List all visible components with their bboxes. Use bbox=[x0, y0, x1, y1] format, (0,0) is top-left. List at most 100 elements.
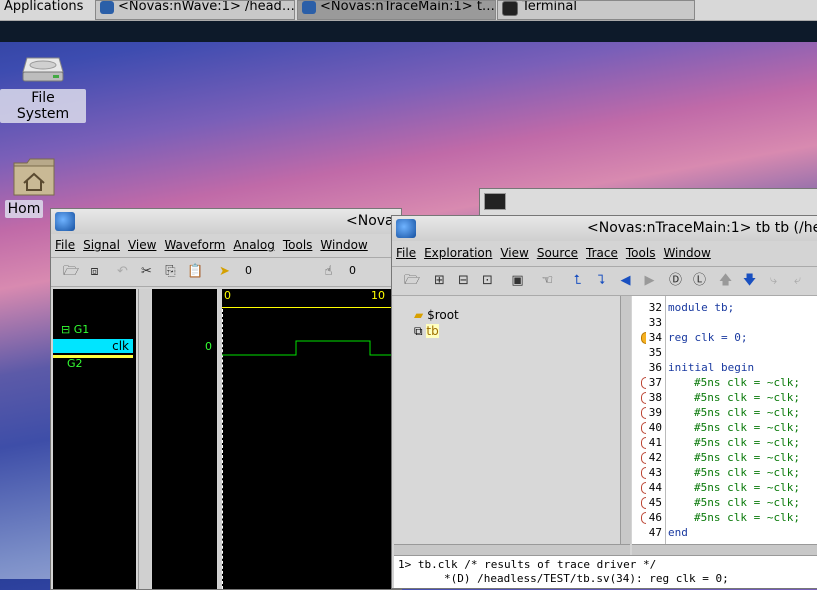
source-line[interactable]: 41 #5ns clk = ~clk; bbox=[632, 435, 817, 450]
source-line[interactable]: 44 #5ns clk = ~clk; bbox=[632, 480, 817, 495]
menu-window[interactable]: Window bbox=[320, 238, 367, 252]
taskbar-item-nwave[interactable]: <Novas:nWave:1> /head… bbox=[95, 0, 295, 20]
source-line[interactable]: 42 #5ns clk = ~clk; bbox=[632, 450, 817, 465]
hand-icon[interactable]: ☜ bbox=[540, 273, 555, 288]
selected-signal-row[interactable]: clk bbox=[53, 339, 133, 353]
open-folder-icon[interactable]: 🗁 bbox=[404, 273, 420, 288]
step-in-icon[interactable]: ⤷ bbox=[766, 273, 781, 288]
new-window-icon[interactable]: ▣ bbox=[510, 273, 525, 288]
ntrace-titlebar[interactable]: <Novas:nTraceMain:1> tb tb (/he bbox=[392, 216, 817, 241]
source-line[interactable]: 36 initial begin bbox=[632, 360, 817, 375]
menu-view[interactable]: View bbox=[500, 246, 528, 260]
line-number: 34 bbox=[648, 331, 662, 344]
marker-time: 0 bbox=[349, 264, 356, 277]
pane-divider[interactable] bbox=[218, 289, 221, 589]
menu-file[interactable]: File bbox=[396, 246, 416, 260]
trace-driver-icon[interactable]: ⮤ bbox=[570, 273, 585, 288]
line-text: #5ns clk = ~clk; bbox=[694, 481, 800, 494]
menu-window[interactable]: Window bbox=[663, 246, 710, 260]
menu-view[interactable]: View bbox=[128, 238, 156, 252]
source-line[interactable]: 45 #5ns clk = ~clk; bbox=[632, 495, 817, 510]
source-line[interactable]: 33 bbox=[632, 315, 817, 330]
prev-d-icon[interactable]: Ⓓ bbox=[668, 273, 683, 288]
taskbar-item-terminal[interactable]: Terminal bbox=[497, 0, 695, 20]
line-text: #5ns clk = ~clk; bbox=[694, 406, 800, 419]
line-number: 37 bbox=[648, 376, 662, 389]
open-folder-icon[interactable]: 🗁 bbox=[63, 264, 79, 279]
menu-file[interactable]: File bbox=[55, 238, 75, 252]
down-arrow-icon[interactable]: 🡇 bbox=[742, 273, 757, 288]
next-l-icon[interactable]: Ⓛ bbox=[692, 273, 707, 288]
source-line[interactable]: 32 module tb; bbox=[632, 300, 817, 315]
schematic-view-icon[interactable]: ⊡ bbox=[480, 273, 495, 288]
copy-icon[interactable]: ⎘ bbox=[163, 264, 178, 279]
cut-icon[interactable]: ✂ bbox=[139, 264, 154, 279]
cursor-icon[interactable]: ➤ bbox=[217, 264, 232, 279]
up-arrow-icon[interactable]: 🡅 bbox=[718, 273, 733, 288]
menu-exploration[interactable]: Exploration bbox=[424, 246, 492, 260]
menu-source[interactable]: Source bbox=[537, 246, 578, 260]
line-text: #5ns clk = ~clk; bbox=[694, 466, 800, 479]
nwave-icon bbox=[55, 212, 75, 231]
waveform-pane[interactable]: 0 10 bbox=[222, 289, 401, 589]
menu-tools[interactable]: Tools bbox=[283, 238, 313, 252]
home-folder-icon bbox=[13, 158, 55, 196]
menu-trace[interactable]: Trace bbox=[586, 246, 618, 260]
forward-icon[interactable]: ▶ bbox=[642, 273, 657, 288]
ntrace-icon bbox=[396, 219, 416, 238]
menu-analog[interactable]: Analog bbox=[233, 238, 274, 252]
line-text: #5ns clk = ~clk; bbox=[694, 511, 800, 524]
signal-name-pane[interactable]: ⊟ G1 clk G2 bbox=[53, 289, 136, 589]
menu-waveform[interactable]: Waveform bbox=[164, 238, 225, 252]
taskbar-item-label: <Novas:nWave:1> /head… bbox=[118, 0, 295, 14]
source-line[interactable]: 34 reg clk = 0; bbox=[632, 330, 817, 345]
menu-tools[interactable]: Tools bbox=[626, 246, 656, 260]
trace-load-icon[interactable]: ⮧ bbox=[594, 273, 609, 288]
undo-icon[interactable]: ↶ bbox=[115, 264, 130, 279]
source-hscrollbar[interactable] bbox=[632, 544, 817, 555]
taskbar-item-ntrace[interactable]: <Novas:nTraceMain:1> t… bbox=[297, 0, 496, 20]
desktop-icon-file-system[interactable]: File System bbox=[0, 52, 86, 123]
value-pane: 0 bbox=[152, 289, 217, 589]
menu-signal[interactable]: Signal bbox=[83, 238, 120, 252]
source-line[interactable]: 38 #5ns clk = ~clk; bbox=[632, 390, 817, 405]
source-line[interactable]: 47 end bbox=[632, 525, 817, 540]
hierarchy-hscrollbar[interactable] bbox=[394, 544, 630, 555]
top-panel: Applications <Novas:nWave:1> /head… <Nov… bbox=[0, 0, 817, 21]
hierarchy-scrollbar[interactable] bbox=[620, 296, 631, 544]
source-line[interactable]: 43 #5ns clk = ~clk; bbox=[632, 465, 817, 480]
marker-icon[interactable]: ☝ bbox=[321, 264, 336, 279]
source-line[interactable]: 40 #5ns clk = ~clk; bbox=[632, 420, 817, 435]
terminal-icon bbox=[502, 1, 518, 16]
window-title: <Novas:nTraceMain:1> tb tb (/he bbox=[587, 220, 817, 236]
back-icon[interactable]: ◀ bbox=[618, 273, 633, 288]
source-view-icon[interactable]: ⊟ bbox=[456, 273, 471, 288]
source-line[interactable]: 46 #5ns clk = ~clk; bbox=[632, 510, 817, 525]
window-title: <Nova bbox=[346, 213, 394, 229]
paste-icon[interactable]: 📋 bbox=[187, 264, 203, 279]
step-out-icon[interactable]: ⤶ bbox=[790, 273, 805, 288]
line-number: 46 bbox=[648, 511, 662, 524]
source-pane[interactable]: 32 module tb; 33 34 reg clk = 0; 35 36 initial … bbox=[632, 296, 817, 544]
nwave-window[interactable]: <Nova File Signal View Waveform Analog Tools W… bbox=[50, 208, 402, 590]
harddisk-icon bbox=[22, 57, 64, 82]
group-label[interactable]: ⊟ G1 bbox=[61, 323, 89, 336]
source-line[interactable]: 37 #5ns clk = ~clk; bbox=[632, 375, 817, 390]
applications-menu[interactable]: Applications bbox=[0, 0, 87, 20]
group-label-2[interactable]: G2 bbox=[67, 357, 83, 370]
tree-item-root[interactable]: ▰ $root bbox=[414, 308, 459, 322]
signal-pane-scrollbar[interactable] bbox=[138, 289, 151, 589]
signal-icon[interactable]: ⧈ bbox=[87, 264, 102, 279]
hierarchy-pane[interactable]: ▰ $root ⧉ tb bbox=[394, 296, 620, 544]
source-line[interactable]: 35 bbox=[632, 345, 817, 360]
hierarchy-view-icon[interactable]: ⊞ bbox=[432, 273, 447, 288]
ntrace-window[interactable]: <Novas:nTraceMain:1> tb tb (/he File Expl… bbox=[391, 215, 817, 589]
source-line[interactable]: 39 #5ns clk = ~clk; bbox=[632, 405, 817, 420]
taskbar-item-label: <Novas:nTraceMain:1> t… bbox=[320, 0, 495, 14]
tree-item-tb[interactable]: ⧉ tb bbox=[414, 324, 439, 339]
nwave-titlebar[interactable]: <Nova bbox=[51, 209, 401, 234]
line-text: #5ns clk = ~clk; bbox=[694, 421, 800, 434]
message-pane[interactable]: 1> tb.clk /* results of trace driver */ … bbox=[394, 555, 817, 588]
line-number: 38 bbox=[648, 391, 662, 404]
line-text: #5ns clk = ~clk; bbox=[694, 376, 800, 389]
